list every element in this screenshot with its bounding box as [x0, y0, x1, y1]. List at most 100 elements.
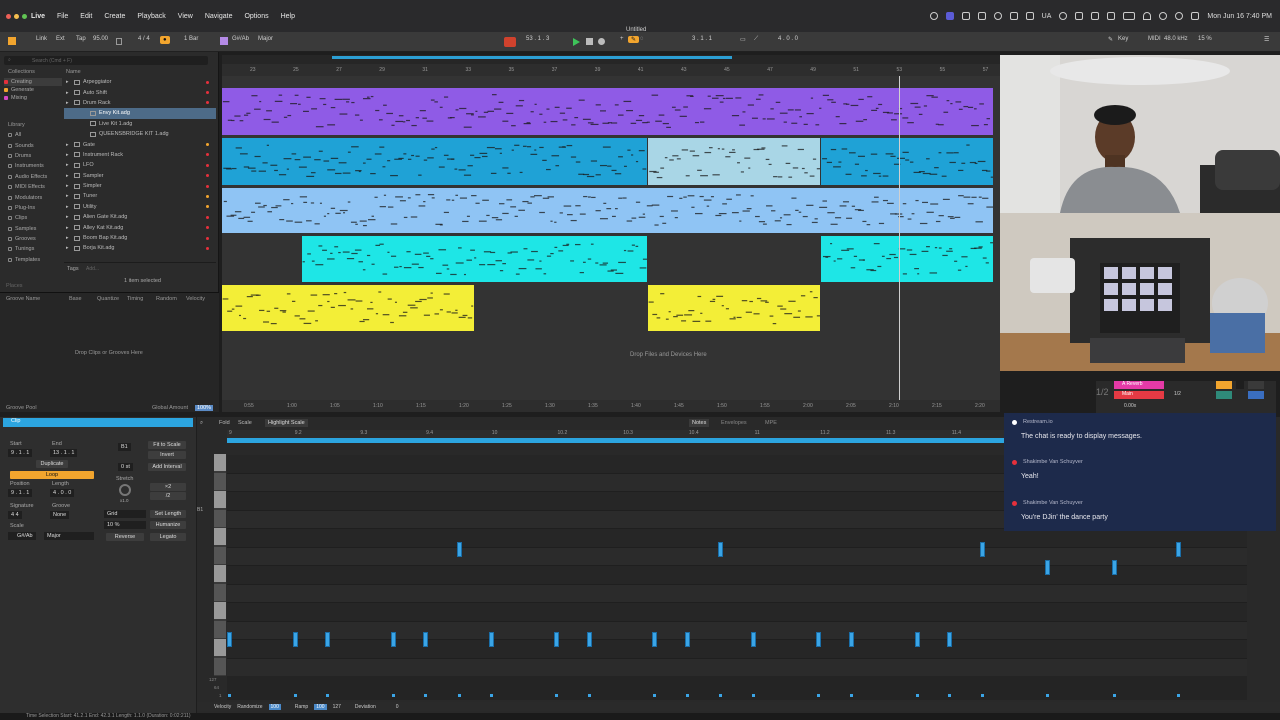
menu-create[interactable]: Create — [104, 13, 125, 20]
browser-file-item[interactable]: QUEENSBRIDGE KIT 1.adg — [64, 129, 216, 139]
legato-button[interactable]: Legato — [150, 533, 186, 541]
view-toggle-icon[interactable] — [8, 37, 16, 45]
track-activator-icon[interactable] — [1216, 381, 1232, 389]
deviation-label[interactable]: Deviation — [355, 704, 376, 710]
overdub-icon[interactable]: + — [620, 36, 624, 42]
browser-file-item[interactable]: Envy Kit.adg — [64, 108, 216, 119]
collection-creating[interactable]: Creating — [4, 78, 62, 86]
velocity-marker[interactable] — [588, 694, 591, 697]
arrangement-track[interactable] — [222, 285, 997, 331]
scale-name-field[interactable]: Major — [258, 36, 273, 42]
piano-key[interactable] — [214, 565, 226, 582]
menu-options[interactable]: Options — [244, 13, 268, 20]
randomize-field[interactable]: 100 — [268, 703, 281, 710]
midi-clip[interactable] — [222, 188, 995, 233]
record-icon[interactable] — [598, 38, 605, 45]
browser-file-item[interactable]: ▸ Alien Gate Kit.adg — [64, 212, 216, 222]
headphones-icon[interactable] — [1075, 12, 1084, 20]
menu-file[interactable]: File — [57, 13, 68, 20]
expand-arrow-icon[interactable]: ▸ — [66, 90, 69, 96]
velocity-marker[interactable] — [981, 694, 984, 697]
draw-mode-icon[interactable]: ⟋ — [754, 36, 758, 43]
library-item[interactable]: Clips — [8, 213, 66, 223]
loop-toggle-icon[interactable]: ▭ — [740, 36, 746, 43]
zoom-window-icon[interactable] — [22, 13, 27, 19]
velocity-marker[interactable] — [850, 694, 853, 697]
piano-key[interactable] — [214, 454, 226, 471]
velocity-marker[interactable] — [653, 694, 656, 697]
midi-map-button[interactable]: MIDI — [1148, 36, 1161, 42]
arrangement-track[interactable] — [222, 88, 997, 135]
velocity-marker[interactable] — [916, 694, 919, 697]
reverse-button[interactable]: Reverse — [106, 533, 144, 541]
play-circle-icon[interactable] — [1059, 12, 1068, 20]
clip-header[interactable]: Clip — [3, 418, 193, 427]
midi-note[interactable] — [1045, 560, 1050, 575]
main-track[interactable]: Main — [1114, 391, 1164, 399]
arrangement-track[interactable] — [222, 138, 997, 185]
fit-to-scale-button[interactable]: Fit to Scale — [148, 441, 186, 449]
menu-edit[interactable]: Edit — [80, 13, 92, 20]
end-field[interactable]: 13 . 1 . 1 — [50, 449, 78, 457]
search-icon[interactable]: ⌕ — [200, 420, 203, 427]
tempo-field[interactable]: 95.00 — [93, 36, 108, 42]
name-column-header[interactable]: Name — [66, 69, 81, 75]
browser-search-box[interactable]: ⌕ Search (Cmd + F) — [4, 56, 208, 65]
midi-note[interactable] — [751, 632, 756, 647]
close-window-icon[interactable] — [6, 13, 11, 19]
midi-note[interactable] — [718, 542, 723, 557]
midi-note[interactable] — [685, 632, 690, 647]
midi-clip[interactable] — [222, 285, 474, 331]
ramp-end-field[interactable]: 127 — [333, 704, 341, 710]
expand-arrow-icon[interactable]: ▸ — [66, 142, 69, 148]
velocity-marker[interactable] — [490, 694, 493, 697]
piano-key[interactable] — [214, 491, 226, 508]
midi-clip[interactable] — [222, 138, 647, 185]
chat-icon[interactable] — [993, 12, 1002, 20]
expand-arrow-icon[interactable]: ▸ — [66, 214, 69, 220]
piano-key[interactable] — [214, 546, 226, 564]
velocity-marker[interactable] — [392, 694, 395, 697]
add-interval-button[interactable]: Add Interval — [148, 463, 186, 471]
transpose-field[interactable]: 0 st — [118, 463, 133, 471]
battery-icon[interactable] — [1123, 12, 1136, 20]
menu-playback[interactable]: Playback — [137, 13, 165, 20]
expand-arrow-icon[interactable]: ▸ — [66, 193, 69, 199]
bluetooth-icon[interactable] — [1091, 12, 1100, 20]
velocity-marker[interactable] — [686, 694, 689, 697]
grid-select[interactable]: Grid — [104, 510, 146, 518]
clip-scale-root[interactable]: G#/Ab — [8, 532, 36, 540]
velocity-marker[interactable] — [1113, 694, 1116, 697]
loop-start-field[interactable]: 3 . 1 . 1 — [692, 36, 712, 42]
library-item[interactable]: Plug-Ins — [8, 203, 66, 213]
midi-note[interactable] — [457, 542, 462, 557]
notes-tab[interactable]: Notes — [689, 419, 710, 427]
arrangement-track[interactable] — [222, 188, 997, 233]
invert-button[interactable]: Invert — [148, 451, 186, 459]
velocity-marker[interactable] — [458, 694, 461, 697]
arrangement-record-icon[interactable] — [504, 37, 516, 47]
quantize-toggle-icon[interactable]: ● — [160, 36, 170, 44]
velocity-marker[interactable] — [294, 694, 297, 697]
midi-note[interactable] — [293, 632, 298, 647]
wifi-icon[interactable] — [1143, 12, 1152, 20]
midi-clip[interactable] — [821, 138, 997, 185]
library-item[interactable]: Tunings — [8, 244, 66, 254]
piano-keys[interactable] — [214, 454, 226, 676]
stop-icon[interactable] — [586, 38, 593, 45]
expand-arrow-icon[interactable]: ▸ — [66, 235, 69, 241]
control-center-icon[interactable] — [1191, 12, 1200, 20]
browser-file-item[interactable]: ▸ Alley Kat Kit.adg — [64, 222, 216, 232]
clock[interactable]: Mon Jun 16 7:40 PM — [1207, 13, 1272, 20]
send-a-icon[interactable] — [1216, 391, 1232, 399]
tags-input[interactable]: Add... — [86, 266, 99, 272]
piano-key[interactable] — [214, 620, 226, 638]
browser-file-item[interactable]: ▸ Drum Rack — [64, 98, 216, 108]
menu-navigate[interactable]: Navigate — [205, 13, 233, 20]
loop-length-field[interactable]: 4 . 0 . 0 — [778, 36, 798, 42]
browser-file-item[interactable]: ▸ Sampler — [64, 171, 216, 181]
scale-root-field[interactable]: G#/Ab — [232, 36, 249, 42]
midi-note[interactable] — [652, 632, 657, 647]
velocity-marker[interactable] — [1046, 694, 1049, 697]
length-field[interactable]: 4 . 0 . 0 — [50, 489, 75, 497]
